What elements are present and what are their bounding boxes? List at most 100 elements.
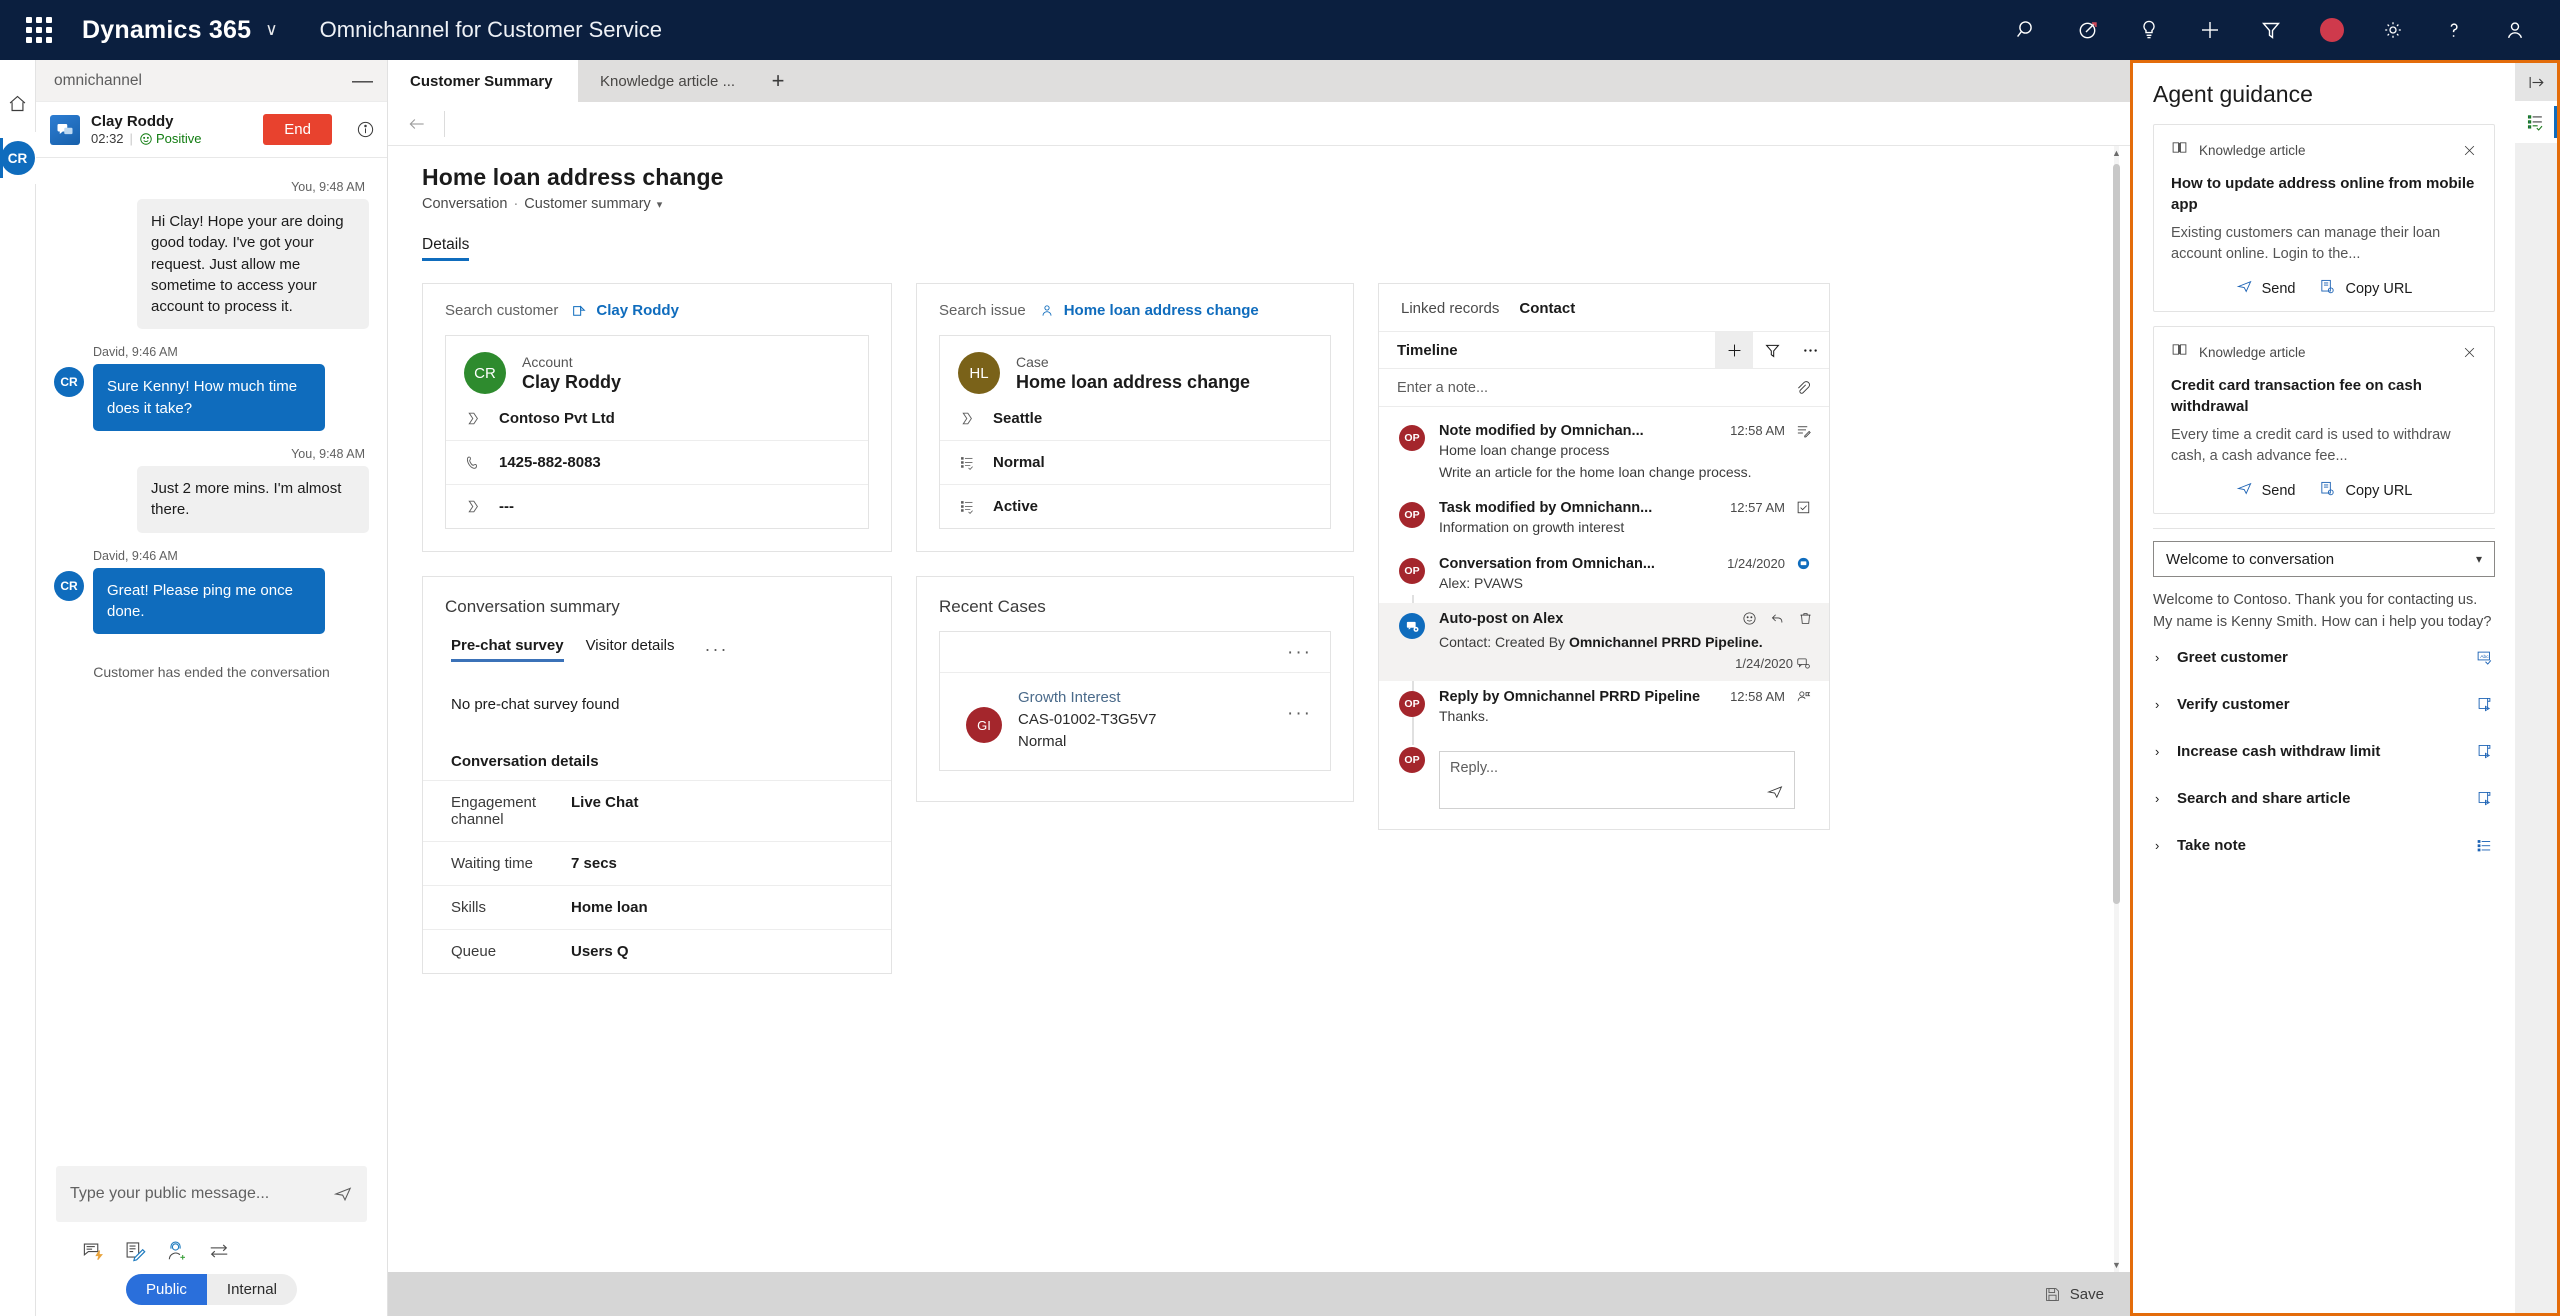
- omnichannel-search-bar[interactable]: omnichannel —: [36, 60, 387, 102]
- search-icon[interactable]: [2012, 15, 2042, 45]
- recording-icon[interactable]: [2317, 15, 2347, 45]
- issue-lookup-value[interactable]: Home loan address change: [1039, 302, 1259, 319]
- conversation-summary-overflow[interactable]: ···: [705, 639, 729, 660]
- timeline-item[interactable]: OP Reply by Omnichannel PRRD Pipeline 12…: [1379, 681, 1829, 737]
- timeline-note-input-row[interactable]: Enter a note...: [1379, 369, 1829, 407]
- note-icon[interactable]: [124, 1240, 146, 1262]
- quick-reply-icon[interactable]: [82, 1240, 104, 1262]
- more-icon[interactable]: [1791, 332, 1829, 368]
- record-type-label: Account: [522, 353, 573, 370]
- expand-panel-icon[interactable]: [2515, 63, 2557, 101]
- close-icon[interactable]: [2462, 143, 2477, 158]
- close-icon[interactable]: [2462, 345, 2477, 360]
- script-run-icon[interactable]: [2476, 743, 2493, 760]
- script-run-icon[interactable]: [2476, 790, 2493, 807]
- info-icon[interactable]: [356, 120, 375, 139]
- filter-icon[interactable]: [2256, 15, 2286, 45]
- tab-linked-records[interactable]: Linked records: [1401, 300, 1499, 317]
- settings-icon[interactable]: [2378, 15, 2408, 45]
- chevron-down-icon[interactable]: ∨: [265, 20, 277, 40]
- tab-details[interactable]: Details: [422, 236, 470, 261]
- back-icon[interactable]: [402, 114, 432, 134]
- quick-assist-icon[interactable]: [2073, 15, 2103, 45]
- attachment-icon[interactable]: [1794, 379, 1811, 396]
- tab-visitor-details[interactable]: Visitor details: [586, 637, 675, 662]
- recent-case-item-overflow[interactable]: ···: [1287, 689, 1312, 725]
- post-icon[interactable]: [1793, 656, 1813, 671]
- task-icon[interactable]: [1793, 500, 1813, 515]
- insights-icon[interactable]: [2134, 15, 2164, 45]
- timeline-item[interactable]: Auto-post on Alex Contact: Created By Om…: [1379, 603, 1829, 681]
- timeline-item[interactable]: OP Conversation from Omnichan... 1/24/20…: [1379, 548, 1829, 604]
- text-macro-icon[interactable]: Abc: [2476, 649, 2493, 666]
- timeline-item-title: Auto-post on Alex: [1439, 611, 1564, 628]
- end-conversation-button[interactable]: End: [263, 114, 332, 145]
- public-internal-toggle[interactable]: Public Internal: [126, 1273, 297, 1305]
- send-article-button[interactable]: Send: [2236, 480, 2295, 501]
- agent-step-search-and-share-article[interactable]: › Search and share article: [2153, 775, 2495, 822]
- record-scroll-area[interactable]: Home loan address change Conversation · …: [388, 146, 2130, 1272]
- emoji-icon[interactable]: [1742, 611, 1757, 631]
- script-run-icon[interactable]: [2476, 696, 2493, 713]
- new-icon[interactable]: [2195, 15, 2225, 45]
- transfer-icon[interactable]: [208, 1240, 230, 1262]
- consult-icon[interactable]: [166, 1240, 188, 1262]
- timeline-item[interactable]: OP Note modified by Omnichan... 12:58 AM: [1379, 415, 1829, 492]
- tab-contact[interactable]: Contact: [1519, 300, 1575, 317]
- app-launcher-icon[interactable]: [22, 13, 56, 47]
- mention-icon[interactable]: [1793, 689, 1813, 704]
- agent-scripts-icon[interactable]: [2515, 101, 2557, 143]
- agent-step-greet-customer[interactable]: › Greet customer Abc: [2153, 634, 2495, 681]
- timeline-header: Timeline: [1379, 331, 1829, 369]
- tab-customer-summary[interactable]: Customer Summary: [388, 60, 578, 102]
- save-button[interactable]: Save: [2044, 1286, 2130, 1303]
- chevron-down-icon[interactable]: ▾: [2476, 552, 2482, 566]
- home-icon[interactable]: [1, 86, 35, 120]
- copy-url-button[interactable]: Copy URL: [2319, 278, 2412, 299]
- timeline-item-line: Information on growth interest: [1439, 519, 1625, 536]
- chevron-down-icon[interactable]: ▾: [657, 198, 663, 211]
- customer-search-row: Search customer Clay Roddy: [423, 284, 891, 335]
- send-icon[interactable]: [1766, 783, 1784, 801]
- avatar: OP: [1399, 746, 1425, 773]
- account-icon[interactable]: [2500, 15, 2530, 45]
- scroll-up-arrow[interactable]: ▲: [2111, 148, 2122, 158]
- timeline-note-placeholder: Enter a note...: [1397, 379, 1489, 396]
- add-icon[interactable]: [1715, 332, 1753, 368]
- help-icon[interactable]: [2439, 15, 2469, 45]
- list-icon[interactable]: [2476, 837, 2493, 854]
- agent-step-increase-cash-withdraw-limit[interactable]: › Increase cash withdraw limit: [2153, 728, 2495, 775]
- toggle-option-internal[interactable]: Internal: [207, 1274, 297, 1305]
- conversation-icon[interactable]: [1793, 556, 1813, 571]
- knowledge-article-card[interactable]: Knowledge article Credit card transactio…: [2153, 326, 2495, 515]
- minimize-icon[interactable]: —: [352, 70, 373, 91]
- knowledge-article-card[interactable]: Knowledge article How to update address …: [2153, 124, 2495, 313]
- filter-icon[interactable]: [1753, 332, 1791, 368]
- agent-script-select[interactable]: Welcome to conversation ▾: [2153, 541, 2495, 578]
- customer-lookup-value[interactable]: Clay Roddy: [571, 302, 679, 319]
- scroll-down-arrow[interactable]: ▼: [2111, 1260, 2122, 1270]
- note-icon[interactable]: [1793, 423, 1813, 438]
- conversation-summary-card: Conversation summary Pre-chat survey Vis…: [422, 576, 892, 974]
- copy-url-button[interactable]: Copy URL: [2319, 480, 2412, 501]
- agent-step-verify-customer[interactable]: › Verify customer: [2153, 681, 2495, 728]
- tab-knowledge-article[interactable]: Knowledge article ...: [578, 60, 757, 102]
- timeline-reply-input[interactable]: Reply...: [1439, 750, 1795, 809]
- message-input[interactable]: [70, 1185, 327, 1203]
- agent-step-take-note[interactable]: › Take note: [2153, 822, 2495, 869]
- timeline-item[interactable]: OP Task modified by Omnichann... 12:57 A…: [1379, 492, 1829, 548]
- session-item-clay-roddy[interactable]: CR: [0, 132, 36, 184]
- recent-case-item[interactable]: GI Growth Interest CAS-01002-T3G5V7 Norm…: [940, 673, 1330, 770]
- recent-cases-overflow[interactable]: ···: [940, 632, 1330, 673]
- tab-pre-chat-survey[interactable]: Pre-chat survey: [451, 637, 564, 662]
- reply-icon[interactable]: [1770, 611, 1785, 631]
- send-icon[interactable]: [327, 1184, 353, 1204]
- message-input-wrapper[interactable]: [56, 1166, 367, 1222]
- add-tab-button[interactable]: +: [757, 60, 799, 102]
- scrollbar-thumb[interactable]: [2113, 164, 2120, 904]
- send-article-button[interactable]: Send: [2236, 278, 2295, 299]
- delete-icon[interactable]: [1798, 611, 1813, 631]
- message-list[interactable]: You, 9:48 AM Hi Clay! Hope your are doin…: [36, 158, 387, 1156]
- main-scrollbar[interactable]: ▲ ▼: [2111, 146, 2122, 1272]
- toggle-option-public[interactable]: Public: [126, 1273, 207, 1305]
